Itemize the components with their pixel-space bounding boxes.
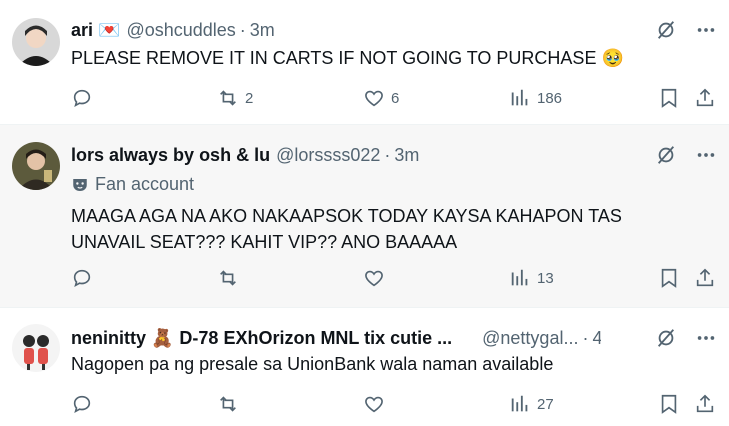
- fan-account-text: Fan account: [95, 174, 195, 194]
- share-button[interactable]: [694, 267, 716, 289]
- bookmark-button[interactable]: [658, 267, 680, 289]
- heart-icon: [365, 90, 383, 107]
- bookmark-button[interactable]: [658, 87, 680, 109]
- timeline-feed: ari 💌 @oshcuddles · 3m PLEASE REMOVE IT …: [0, 0, 729, 426]
- repost-icon: [220, 270, 236, 286]
- repost-count: 2: [245, 89, 254, 107]
- views-button[interactable]: 13: [509, 267, 554, 289]
- reply-icon: [73, 395, 91, 413]
- reply-button[interactable]: [71, 393, 99, 415]
- tweet[interactable]: ari 💌 @oshcuddles · 3m PLEASE REMOVE IT …: [0, 0, 729, 125]
- heart-icon: [365, 270, 383, 287]
- name-emoji: 💌: [98, 20, 121, 40]
- author-name[interactable]: lors always by osh & lu: [71, 145, 270, 166]
- separator-dot: ·: [384, 145, 391, 165]
- tweet-header: neninitty 🧸 D-78 EXhOrizon MNL tix cutie…: [71, 328, 601, 349]
- views-count: 186: [537, 89, 563, 107]
- share-button[interactable]: [694, 393, 716, 415]
- bookmark-icon: [661, 268, 677, 288]
- reply-icon: [73, 269, 91, 287]
- tweet[interactable]: neninitty 🧸 D-78 EXhOrizon MNL tix cutie…: [0, 308, 729, 426]
- views-icon: [511, 89, 528, 106]
- like-button[interactable]: [363, 393, 391, 415]
- author-handle[interactable]: @nettygal...: [482, 328, 578, 349]
- timestamp[interactable]: 4m: [592, 328, 601, 349]
- tweet-header: lors always by osh & lu @lorssss022 · 3m: [71, 145, 419, 166]
- more-options-icon[interactable]: [695, 19, 717, 41]
- author-handle[interactable]: @lorssss022: [276, 145, 380, 166]
- views-button[interactable]: 27: [509, 393, 554, 415]
- tweet-text: PLEASE REMOVE IT IN CARTS IF NOT GOING T…: [71, 48, 624, 68]
- tweet-actions: 27: [71, 393, 717, 417]
- grok-icon[interactable]: [655, 327, 677, 349]
- author-name[interactable]: ari: [71, 20, 93, 41]
- mask-icon: [73, 178, 87, 191]
- author-name[interactable]: neninitty: [71, 328, 146, 349]
- grok-icon[interactable]: [655, 144, 677, 166]
- tweet-actions: 2 6 186: [71, 87, 717, 111]
- like-button[interactable]: [363, 267, 391, 289]
- avatar[interactable]: [12, 18, 60, 66]
- share-button[interactable]: [694, 87, 716, 109]
- tweet-header: ari 💌 @oshcuddles · 3m: [71, 20, 275, 41]
- share-icon: [696, 394, 714, 413]
- tweet-text: MAAGA AGA NA AKO NAKAAPSOK TODAY KAYSA K…: [71, 206, 622, 252]
- author-name-suffix[interactable]: D-78 EXhOrizon MNL tix cutie ...: [179, 328, 452, 349]
- avatar[interactable]: [12, 324, 60, 372]
- more-options-icon[interactable]: [695, 327, 717, 349]
- repost-button[interactable]: 2: [217, 87, 253, 109]
- reply-button[interactable]: [71, 267, 99, 289]
- bookmark-icon: [661, 88, 677, 108]
- like-count: 6: [391, 89, 400, 107]
- grok-icon[interactable]: [655, 19, 677, 41]
- more-options-icon[interactable]: [695, 144, 717, 166]
- repost-icon: [220, 90, 236, 106]
- repost-button[interactable]: [217, 267, 245, 289]
- share-icon: [696, 268, 714, 287]
- repost-button[interactable]: [217, 393, 245, 415]
- author-handle[interactable]: @oshcuddles: [126, 20, 235, 41]
- name-emoji: 🧸: [151, 328, 174, 348]
- views-count: 27: [537, 395, 554, 413]
- tweet-actions: 13: [71, 267, 717, 291]
- reply-icon: [73, 89, 91, 107]
- separator-dot: ·: [582, 328, 589, 348]
- like-button[interactable]: 6: [363, 87, 399, 109]
- share-icon: [696, 88, 714, 107]
- views-count: 13: [537, 269, 554, 287]
- tweet-text: Nagopen pa ng presale sa UnionBank wala …: [71, 354, 554, 374]
- views-icon: [511, 269, 528, 286]
- fan-account-label: Fan account: [71, 174, 194, 195]
- bookmark-button[interactable]: [658, 393, 680, 415]
- timestamp[interactable]: 3m: [250, 20, 275, 41]
- reply-button[interactable]: [71, 87, 99, 109]
- avatar[interactable]: [12, 142, 60, 190]
- views-icon: [511, 395, 528, 412]
- repost-icon: [220, 396, 236, 412]
- timestamp[interactable]: 3m: [394, 145, 419, 166]
- bookmark-icon: [661, 394, 677, 414]
- separator-dot: ·: [239, 20, 246, 40]
- views-button[interactable]: 186: [509, 87, 562, 109]
- heart-icon: [365, 396, 383, 413]
- tweet[interactable]: lors always by osh & lu @lorssss022 · 3m…: [0, 125, 729, 308]
